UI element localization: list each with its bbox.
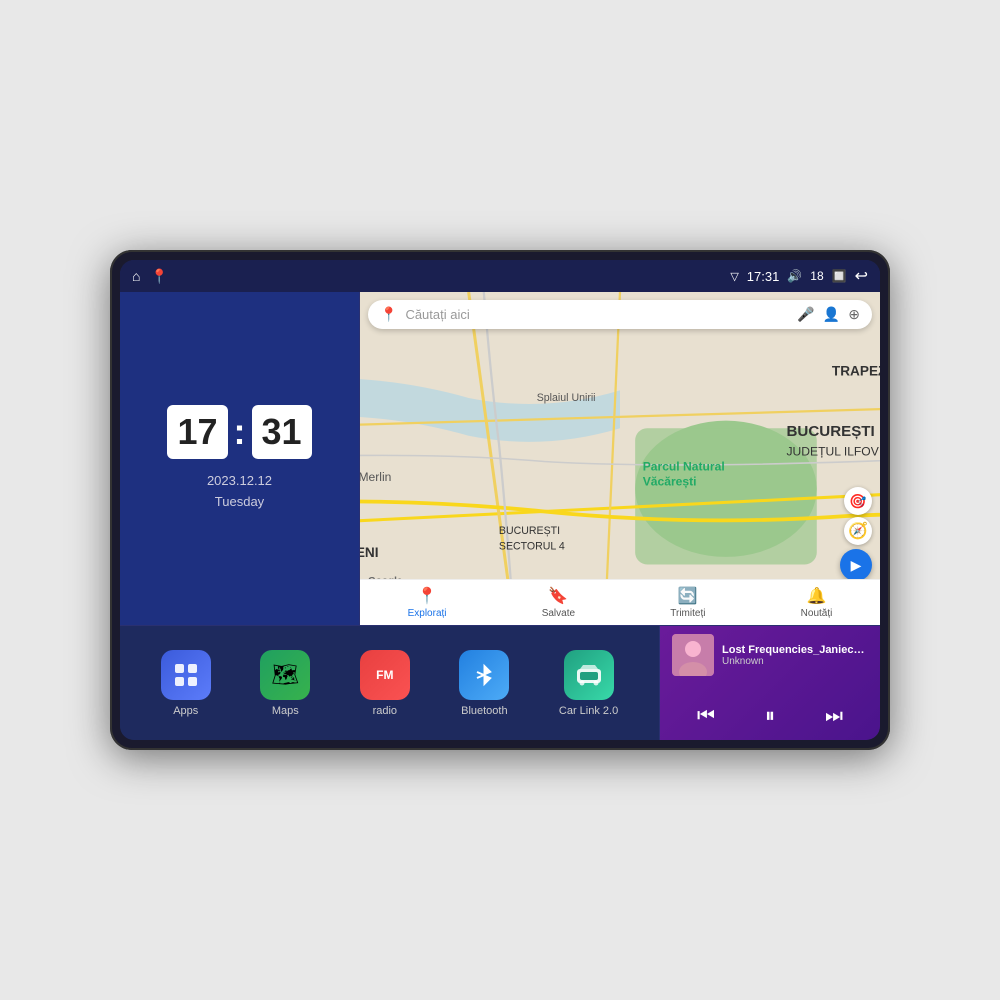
maps-icon[interactable]: 📍: [150, 268, 167, 285]
music-player: Lost Frequencies_Janieck Devy-... Unknow…: [660, 626, 880, 740]
music-artist: Unknown: [722, 656, 868, 667]
main-content: 17 : 31 2023.12.12 Tuesday: [120, 292, 880, 740]
bluetooth-app-icon: [459, 650, 509, 700]
explore-icon: 📍: [417, 586, 437, 606]
svg-text:SECTORUL 4: SECTORUL 4: [499, 540, 565, 552]
carlink-app-icon: [564, 650, 614, 700]
signal-icon: ▽: [730, 270, 738, 283]
app-item-maps[interactable]: 🗺 Maps: [260, 650, 310, 717]
svg-text:BUCUREȘTI: BUCUREȘTI: [499, 525, 560, 537]
apps-label: Apps: [173, 705, 198, 717]
account-icon[interactable]: 👤: [823, 306, 840, 323]
battery-level: 18: [810, 269, 823, 283]
saved-icon: 🔖: [548, 586, 568, 606]
volume-icon: 🔊: [787, 269, 802, 283]
svg-text:Splaiul Unirii: Splaiul Unirii: [537, 392, 596, 404]
send-icon: 🔄: [678, 586, 698, 606]
map-nav-explore[interactable]: 📍 Explorați: [408, 586, 447, 619]
map-widget[interactable]: TRAPEZULUI BUCUREȘTI JUDEȚUL ILFOV BERCE…: [360, 292, 880, 625]
clock-hours: 17: [167, 405, 227, 459]
svg-text:BERCENI: BERCENI: [360, 545, 379, 560]
map-nav-send[interactable]: 🔄 Trimiteți: [670, 586, 705, 619]
home-icon[interactable]: ⌂: [132, 268, 140, 284]
app-item-carlink[interactable]: Car Link 2.0: [559, 650, 618, 717]
apps-icon: [161, 650, 211, 700]
carlink-label: Car Link 2.0: [559, 705, 618, 717]
status-right-info: ▽ 17:31 🔊 18 🔲 ↩: [730, 266, 868, 286]
music-info: Lost Frequencies_Janieck Devy-... Unknow…: [672, 634, 868, 676]
app-item-radio[interactable]: FM radio: [360, 650, 410, 717]
news-icon: 🔔: [807, 586, 827, 606]
radio-app-icon: FM: [360, 650, 410, 700]
layers-icon[interactable]: ⊕: [848, 306, 860, 323]
svg-text:JUDEȚUL ILFOV: JUDEȚUL ILFOV: [787, 444, 880, 458]
maps-label: Maps: [272, 705, 299, 717]
map-nav-news[interactable]: 🔔 Noutăți: [801, 586, 833, 619]
news-label: Noutăți: [801, 608, 833, 619]
clock-minutes: 31: [252, 405, 312, 459]
svg-text:BUCUREȘTI: BUCUREȘTI: [787, 423, 875, 440]
explore-label: Explorați: [408, 608, 447, 619]
status-bar: ⌂ 📍 ▽ 17:31 🔊 18 🔲 ↩: [120, 260, 880, 292]
map-search-placeholder[interactable]: Căutați aici: [405, 307, 789, 322]
map-bottom-nav: 📍 Explorați 🔖 Salvate 🔄 Trimiteți �: [360, 579, 880, 625]
music-next-button[interactable]: ⏭: [817, 701, 851, 732]
map-svg: TRAPEZULUI BUCUREȘTI JUDEȚUL ILFOV BERCE…: [360, 292, 880, 625]
maps-app-icon: 🗺: [260, 650, 310, 700]
map-search-actions: 🎤 👤 ⊕: [797, 306, 860, 323]
battery-icon: 🔲: [832, 269, 847, 283]
send-label: Trimiteți: [670, 608, 705, 619]
music-prev-button[interactable]: ⏮: [689, 701, 723, 732]
clock-date: 2023.12.12 Tuesday: [207, 471, 272, 513]
device-screen: ⌂ 📍 ▽ 17:31 🔊 18 🔲 ↩ 17 :: [120, 260, 880, 740]
map-search-bar[interactable]: 📍 Căutați aici 🎤 👤 ⊕: [368, 300, 872, 329]
bottom-row: Apps 🗺 Maps FM radio: [120, 625, 880, 740]
app-item-apps[interactable]: Apps: [161, 650, 211, 717]
music-play-button[interactable]: ⏸: [757, 701, 783, 732]
saved-label: Salvate: [542, 608, 575, 619]
svg-text:TRAPEZULUI: TRAPEZULUI: [832, 363, 880, 378]
svg-text:Leroy Merlin: Leroy Merlin: [360, 470, 391, 484]
map-compass-button[interactable]: 🧭: [844, 517, 872, 545]
clock-widget: 17 : 31 2023.12.12 Tuesday: [120, 292, 360, 625]
svg-text:Văcărești: Văcărești: [643, 475, 697, 489]
svg-text:Parcul Natural: Parcul Natural: [643, 460, 725, 474]
bluetooth-label: Bluetooth: [461, 705, 507, 717]
back-icon[interactable]: ↩: [855, 266, 868, 286]
map-nav-saved[interactable]: 🔖 Salvate: [542, 586, 575, 619]
music-controls: ⏮ ⏸ ⏭: [672, 701, 868, 732]
music-text: Lost Frequencies_Janieck Devy-... Unknow…: [722, 644, 868, 667]
app-launcher: Apps 🗺 Maps FM radio: [120, 626, 660, 740]
microphone-icon[interactable]: 🎤: [797, 306, 814, 323]
music-title: Lost Frequencies_Janieck Devy-...: [722, 644, 868, 656]
music-thumbnail: [672, 634, 714, 676]
status-time: 17:31: [747, 269, 780, 284]
clock-colon: :: [234, 411, 246, 453]
radio-label: radio: [373, 705, 397, 717]
map-locate-button[interactable]: 🎯: [844, 487, 872, 515]
app-item-bluetooth[interactable]: Bluetooth: [459, 650, 509, 717]
car-display-device: ⌂ 📍 ▽ 17:31 🔊 18 🔲 ↩ 17 :: [110, 250, 890, 750]
status-left-icons: ⌂ 📍: [132, 268, 168, 285]
map-pin-icon: 📍: [380, 306, 397, 323]
map-start-button[interactable]: ▶: [840, 549, 872, 581]
clock-display: 17 : 31: [167, 405, 311, 459]
top-row: 17 : 31 2023.12.12 Tuesday: [120, 292, 880, 625]
